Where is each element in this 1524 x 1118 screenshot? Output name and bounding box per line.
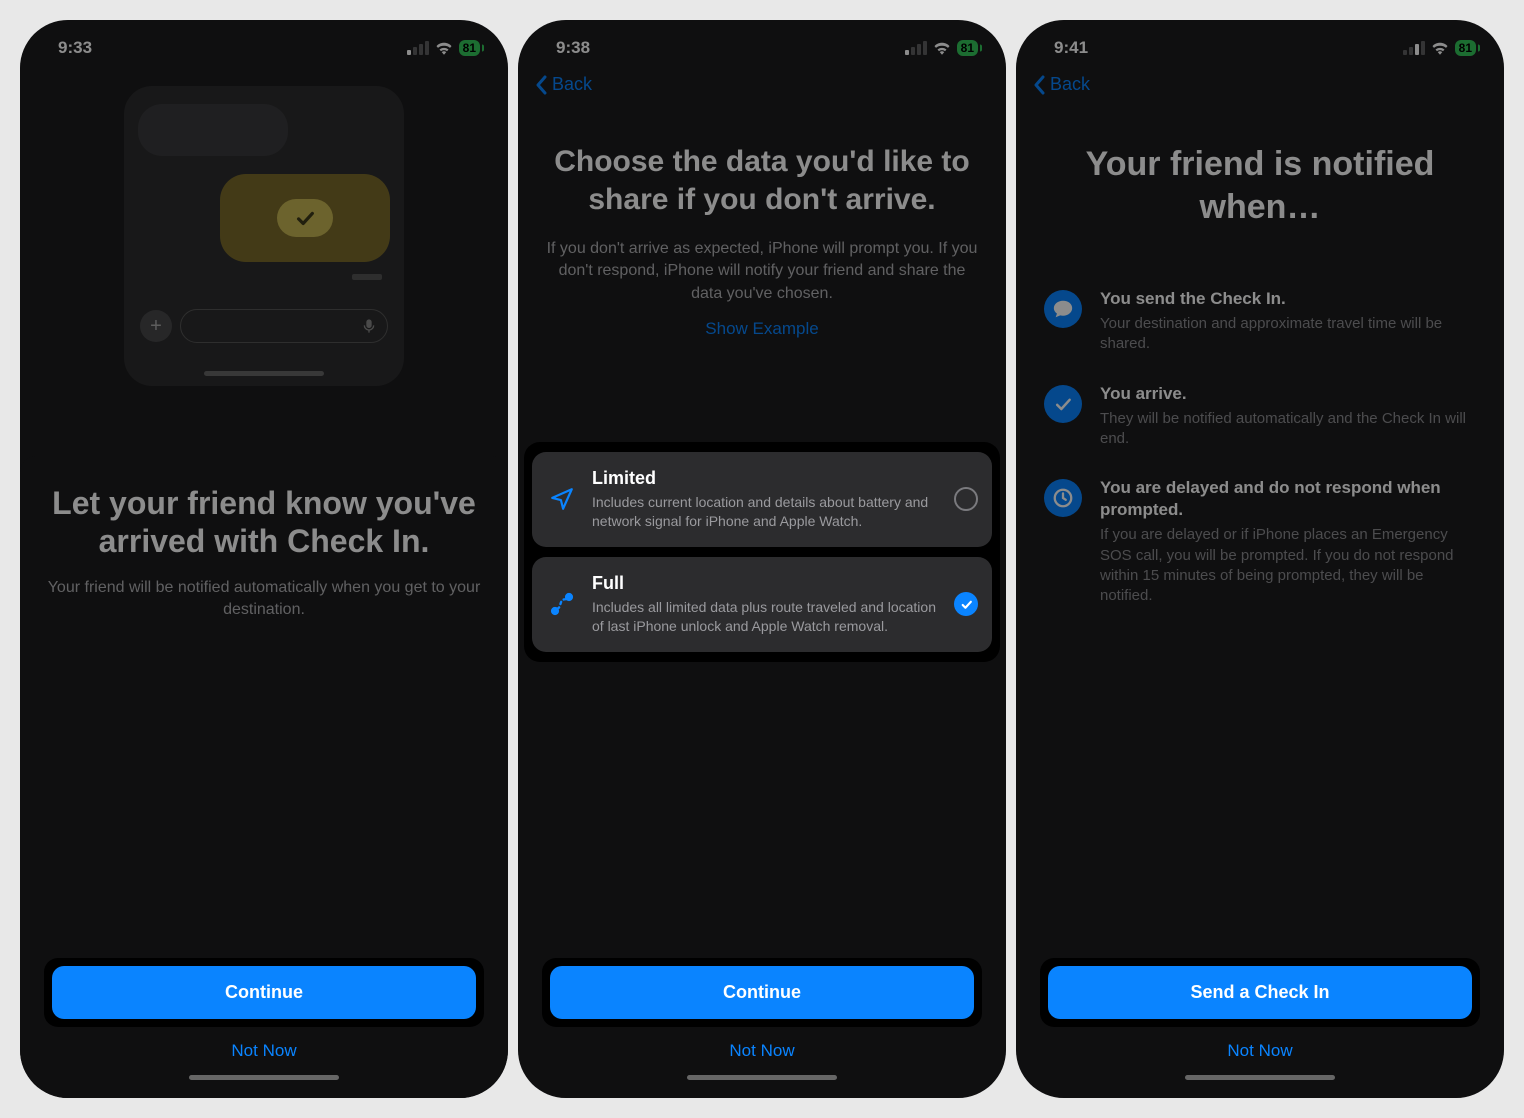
screen-choose-data: 9:38 81 Back Choose the data you'd like …	[518, 20, 1006, 1098]
continue-button[interactable]: Continue	[550, 966, 974, 1019]
cellular-icon	[407, 41, 429, 55]
messages-illustration: +	[124, 86, 404, 386]
screen-notified-when: 9:41 81 Back Your friend is notified whe…	[1016, 20, 1504, 1098]
wifi-icon	[1431, 41, 1449, 55]
back-button[interactable]: Back	[1016, 66, 1504, 103]
checkmark-icon	[277, 199, 333, 237]
send-check-in-button[interactable]: Send a Check In	[1048, 966, 1472, 1019]
option-limited[interactable]: Limited Includes current location and de…	[532, 452, 992, 547]
status-bar: 9:33 81	[20, 20, 508, 66]
chevron-left-icon	[534, 75, 548, 95]
battery-indicator: 81	[459, 40, 480, 56]
info-item-arrive: You arrive. They will be notified automa…	[1044, 383, 1476, 450]
option-desc: Includes all limited data plus route tra…	[592, 598, 940, 636]
back-button[interactable]: Back	[518, 66, 1006, 103]
plus-icon: +	[140, 310, 172, 342]
cellular-icon	[905, 41, 927, 55]
status-time: 9:41	[1054, 38, 1088, 58]
clock-icon	[1044, 479, 1082, 517]
not-now-button[interactable]: Not Now	[1227, 1041, 1292, 1061]
route-icon	[546, 588, 578, 620]
status-bar: 9:38 81	[518, 20, 1006, 66]
wifi-icon	[933, 41, 951, 55]
option-full[interactable]: Full Includes all limited data plus rout…	[532, 557, 992, 652]
option-title: Limited	[592, 468, 940, 489]
page-title: Your friend is notified when…	[1040, 143, 1480, 228]
show-example-link[interactable]: Show Example	[542, 319, 982, 339]
chevron-left-icon	[1032, 75, 1046, 95]
mic-icon	[361, 316, 377, 336]
status-time: 9:33	[58, 38, 92, 58]
not-now-button[interactable]: Not Now	[729, 1041, 794, 1061]
option-title: Full	[592, 573, 940, 594]
option-desc: Includes current location and details ab…	[592, 493, 940, 531]
location-arrow-icon	[546, 483, 578, 515]
message-bubble-icon	[1044, 290, 1082, 328]
status-bar: 9:41 81	[1016, 20, 1504, 66]
battery-indicator: 81	[957, 40, 978, 56]
message-input-illustration	[180, 309, 388, 343]
page-title: Choose the data you'd like to share if y…	[542, 143, 982, 218]
not-now-button[interactable]: Not Now	[231, 1041, 296, 1061]
radio-unselected	[954, 487, 978, 511]
page-title: Let your friend know you've arrived with…	[44, 484, 484, 561]
radio-selected	[954, 592, 978, 616]
continue-button[interactable]: Continue	[52, 966, 476, 1019]
checkmark-circle-icon	[1044, 385, 1082, 423]
page-subtitle: Your friend will be notified automatical…	[44, 577, 484, 622]
battery-indicator: 81	[1455, 40, 1476, 56]
wifi-icon	[435, 41, 453, 55]
status-time: 9:38	[556, 38, 590, 58]
cellular-icon	[1403, 41, 1425, 55]
screen-intro: 9:33 81 +	[20, 20, 508, 1098]
info-item-send: You send the Check In. Your destination …	[1044, 288, 1476, 355]
info-item-delayed: You are delayed and do not respond when …	[1044, 477, 1476, 606]
page-subtitle: If you don't arrive as expected, iPhone …	[542, 238, 982, 305]
